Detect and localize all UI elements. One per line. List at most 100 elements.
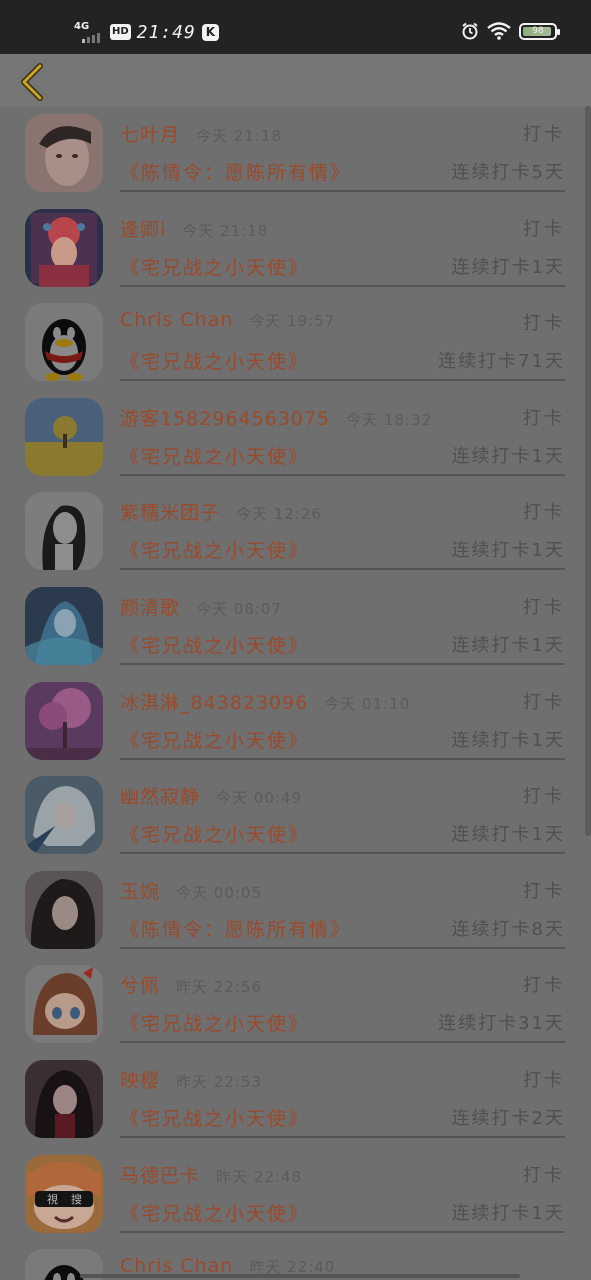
book-title-link[interactable]: 《宅兄战之小天使》 (120, 347, 309, 374)
battery-level: 98 (532, 26, 544, 36)
user-name[interactable]: 逢卿i (120, 219, 166, 241)
avatar[interactable] (25, 681, 103, 760)
avatar[interactable] (25, 492, 103, 571)
entry-detail: 《宅兄战之小天使》 连续打卡1天 (120, 1199, 565, 1227)
entry-detail: 《宅兄战之小天使》 连续打卡1天 (120, 631, 565, 659)
network-type: 4G (74, 21, 90, 32)
avatar[interactable] (25, 870, 103, 949)
avatar[interactable] (25, 776, 103, 855)
list-item[interactable]: 幽然寂静 今天 00:49 打卡 《宅兄战之小天使》 连续打卡1天 (0, 768, 591, 862)
status-left: 4G HD 21:49 K (74, 19, 219, 45)
streak-count: 连续打卡1天 (451, 824, 565, 846)
checkin-label: 打卡 (523, 691, 565, 713)
list-item[interactable]: 映樱 昨天 22:53 打卡 《宅兄战之小天使》 连续打卡2天 (0, 1052, 591, 1146)
book-title-link[interactable]: 《宅兄战之小天使》 (120, 1009, 309, 1036)
entry-header: 游客1582964563075 今天 18:32 打卡 (120, 404, 565, 432)
nav-handle[interactable] (80, 1274, 520, 1278)
status-time: 21:49 (136, 21, 196, 43)
user-name[interactable]: 紫糯米团子 (120, 502, 220, 524)
checkin-label: 打卡 (523, 502, 565, 524)
user-name[interactable]: 玉婉 (120, 881, 160, 903)
streak-count: 连续打卡1天 (451, 729, 565, 751)
list-item[interactable]: 視搜马德巴卡 昨天 22:48 打卡 《宅兄战之小天使》 连续打卡1天 (0, 1147, 591, 1241)
entry-header: 幽然寂静 今天 00:49 打卡 (120, 782, 565, 810)
list-item[interactable]: 颜清歌 今天 08:07 打卡 《宅兄战之小天使》 连续打卡1天 (0, 579, 591, 673)
avatar[interactable] (25, 587, 103, 665)
user-name[interactable]: 兮佩 (120, 975, 160, 997)
avatar[interactable] (25, 208, 103, 287)
avatar[interactable] (25, 965, 103, 1044)
streak-count: 连续打卡1天 (451, 445, 565, 467)
checkin-label: 打卡 (523, 880, 565, 902)
user-name[interactable]: 颜清歌 (120, 597, 180, 619)
battery-icon: 98 (519, 22, 560, 40)
k-badge: K (201, 23, 219, 41)
checkin-label: 打卡 (523, 1164, 565, 1186)
entry-detail: 《宅兄战之小天使》 连续打卡31天 (120, 1009, 565, 1037)
row-divider (120, 1230, 565, 1233)
list-item[interactable]: 紫糯米团子 今天 12:26 打卡 《宅兄战之小天使》 连续打卡1天 (0, 484, 591, 578)
checkin-label: 打卡 (523, 313, 565, 335)
streak-count: 连续打卡1天 (451, 1202, 565, 1224)
book-title-link[interactable]: 《宅兄战之小天使》 (120, 536, 309, 563)
user-name[interactable]: 马德巴卡 (120, 1165, 200, 1187)
user-name[interactable]: 幽然寂静 (120, 786, 200, 808)
entry-header: 马德巴卡 昨天 22:48 打卡 (120, 1161, 565, 1189)
list-item[interactable]: Chris Chan 今天 19:57 打卡 《宅兄战之小天使》 连续打卡71天 (0, 295, 591, 389)
list-item[interactable]: 游客1582964563075 今天 18:32 打卡《宅兄战之小天使》 连续打卡1天 (0, 390, 591, 484)
entry-detail: 《宅兄战之小天使》 连续打卡71天 (120, 347, 565, 375)
checkin-label: 打卡 (523, 786, 565, 808)
svg-text:視: 視 (47, 1192, 58, 1206)
entry-detail: 《宅兄战之小天使》 连续打卡1天 (120, 442, 565, 470)
checkin-label: 打卡 (523, 975, 565, 997)
checkin-time: 今天 18:32 (346, 410, 433, 429)
streak-count: 连续打卡1天 (451, 635, 565, 656)
user-name[interactable]: Chris Chan (120, 309, 233, 331)
user-name[interactable]: 七叶月 (120, 124, 180, 146)
book-title-link[interactable]: 《宅兄战之小天使》 (120, 1104, 309, 1131)
avatar[interactable] (25, 1060, 103, 1138)
list-item[interactable]: 七叶月 今天 21:18 打卡 《陈情令：愿陈所有情》 连续打卡5天 (0, 106, 591, 200)
entry-header: Chris Chan 今天 19:57 打卡 (120, 309, 565, 337)
checkin-time: 今天 01:10 (324, 694, 411, 713)
avatar[interactable]: 視搜 (25, 1154, 103, 1233)
streak-count: 连续打卡5天 (451, 162, 565, 183)
svg-text:搜: 搜 (71, 1192, 82, 1206)
row-divider (120, 284, 565, 287)
list-item[interactable]: 冰淇淋_843823096 今天 01:10 打卡《宅兄战之小天使》 连续打卡1天 (0, 674, 591, 768)
entry-header: 紫糯米团子 今天 12:26 打卡 (120, 498, 565, 526)
book-title-link[interactable]: 《宅兄战之小天使》 (120, 820, 309, 847)
book-title-link[interactable]: 《宅兄战之小天使》 (120, 726, 309, 753)
list-item[interactable]: 兮佩 昨天 22:56 打卡 《宅兄战之小天使》 连续打卡31天 (0, 957, 591, 1051)
entry-detail: 《陈情令：愿陈所有情》 连续打卡5天 (120, 158, 565, 186)
user-name[interactable]: 游客1582964563075 (120, 408, 330, 430)
checkin-time: 今天 00:05 (176, 883, 263, 902)
back-button[interactable] (14, 60, 48, 104)
book-title-link[interactable]: 《宅兄战之小天使》 (120, 631, 309, 658)
user-name[interactable]: 冰淇淋_843823096 (120, 692, 308, 714)
list-item[interactable]: 逢卿i 今天 21:18 打卡 《宅兄战之小天使》 连续打卡1天 (0, 201, 591, 295)
book-title-link[interactable]: 《宅兄战之小天使》 (120, 442, 309, 469)
book-title-link[interactable]: 《陈情令：愿陈所有情》 (120, 915, 351, 942)
row-divider (120, 852, 565, 855)
checkin-label: 打卡 (523, 124, 565, 145)
list-item[interactable]: 玉婉 今天 00:05 打卡 《陈情令：愿陈所有情》 连续打卡8天 (0, 863, 591, 957)
book-title-link[interactable]: 《宅兄战之小天使》 (120, 1199, 309, 1226)
user-name[interactable]: 映樱 (120, 1070, 160, 1092)
avatar[interactable] (25, 303, 103, 382)
streak-count: 连续打卡1天 (451, 256, 565, 278)
checkin-label: 打卡 (523, 407, 565, 429)
book-title-link[interactable]: 《陈情令：愿陈所有情》 (120, 158, 351, 185)
entry-detail: 《宅兄战之小天使》 连续打卡1天 (120, 253, 565, 281)
book-title-link[interactable]: 《宅兄战之小天使》 (120, 253, 309, 280)
entry-detail: 《宅兄战之小天使》 连续打卡1天 (120, 820, 565, 848)
checkin-label: 打卡 (523, 218, 565, 240)
avatar[interactable] (25, 114, 103, 192)
status-right: 98 (461, 22, 560, 40)
scrollbar[interactable] (585, 106, 591, 836)
entry-header: 映樱 昨天 22:53 打卡 (120, 1066, 565, 1094)
avatar[interactable] (25, 397, 103, 476)
checkin-time: 昨天 22:48 (216, 1167, 303, 1186)
top-bar (0, 54, 591, 106)
checkin-list[interactable]: 七叶月 今天 21:18 打卡 《陈情令：愿陈所有情》 连续打卡5天 逢卿i 今天 21:1… (0, 106, 591, 1280)
